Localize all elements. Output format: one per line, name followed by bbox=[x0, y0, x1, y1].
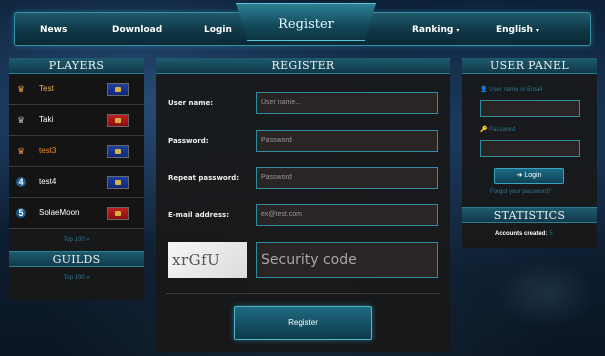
accounts-created-label: Accounts created: bbox=[495, 231, 548, 237]
password-row: Password: Password bbox=[156, 130, 450, 152]
username-row: User name: User name... bbox=[156, 92, 450, 114]
login-button-label: Login bbox=[524, 172, 542, 179]
player-name: Taki bbox=[39, 115, 54, 124]
username-email-input[interactable] bbox=[480, 100, 580, 117]
nav-news[interactable]: News bbox=[40, 25, 67, 35]
register-panel: REGISTER User name: User name... Passwor… bbox=[156, 58, 450, 352]
login-button[interactable]: ➜ Login bbox=[494, 168, 564, 184]
blue-flag-icon bbox=[107, 83, 129, 96]
bronze-crown-icon: ♛ bbox=[16, 146, 26, 156]
guilds-title: GUILDS bbox=[9, 251, 144, 267]
player-row[interactable]: 5 SolaeMoon bbox=[9, 198, 144, 229]
register-title: REGISTER bbox=[156, 58, 450, 74]
email-input[interactable]: ex@test.com bbox=[256, 204, 438, 226]
blue-flag-icon bbox=[107, 176, 129, 189]
password-input[interactable]: Password bbox=[256, 130, 438, 152]
accounts-created-stat: Accounts created: 5 bbox=[495, 231, 553, 237]
nav-language[interactable]: English ▾ bbox=[496, 25, 539, 35]
silver-crown-icon: ♛ bbox=[16, 115, 26, 125]
password-label: 🔑 Password bbox=[480, 126, 516, 133]
player-row[interactable]: 4 test4 bbox=[9, 167, 144, 198]
nav-register[interactable]: Register bbox=[236, 3, 376, 41]
players-panel: PLAYERS ♛ Test ♛ Taki ♛ test3 4 test4 5 … bbox=[9, 58, 144, 300]
nav-language-label: English bbox=[496, 25, 533, 35]
player-row[interactable]: ♛ Taki bbox=[9, 105, 144, 136]
player-name: test3 bbox=[39, 146, 57, 155]
security-code-input[interactable]: Security code bbox=[256, 242, 438, 278]
background-decoration bbox=[496, 258, 596, 328]
repeat-password-row: Repeat password: Password bbox=[156, 167, 450, 189]
nav-news-label: News bbox=[40, 25, 68, 35]
gold-crown-icon: ♛ bbox=[16, 84, 26, 94]
nav-ranking[interactable]: Ranking ▾ bbox=[412, 25, 459, 35]
nav-ranking-label: Ranking bbox=[412, 25, 454, 35]
players-top100-link[interactable]: Top 100 » bbox=[9, 229, 144, 251]
nav-download-label: Download bbox=[112, 25, 163, 35]
rank-number-badge: 4 bbox=[16, 177, 26, 187]
accounts-created-value: 5 bbox=[549, 231, 553, 237]
player-name: SolaeMoon bbox=[39, 208, 80, 217]
repeat-password-input[interactable]: Password bbox=[256, 167, 438, 189]
password-label: Password: bbox=[168, 137, 209, 145]
login-icon: ➜ bbox=[516, 172, 523, 179]
username-input[interactable]: User name... bbox=[256, 92, 438, 114]
key-icon: 🔑 bbox=[480, 127, 488, 133]
username-label: User name: bbox=[168, 99, 214, 107]
guilds-top100-link[interactable]: Top 100 » bbox=[9, 267, 144, 289]
player-row[interactable]: ♛ Test bbox=[9, 74, 144, 105]
repeat-password-label: Repeat password: bbox=[168, 174, 240, 182]
password-label-text: Password bbox=[489, 127, 516, 133]
user-icon: 👤 bbox=[480, 87, 488, 93]
player-row[interactable]: ♛ test3 bbox=[9, 136, 144, 167]
nav-login-label: Login bbox=[204, 25, 232, 35]
user-password-input[interactable] bbox=[480, 140, 580, 157]
nav-register-label: Register bbox=[278, 17, 334, 32]
forgot-password-link[interactable]: Forgot your password? bbox=[490, 189, 551, 195]
player-name: test4 bbox=[39, 177, 57, 186]
red-flag-icon bbox=[107, 114, 129, 127]
username-email-label-text: User name or Email bbox=[489, 87, 543, 93]
username-email-label: 👤 User name or Email bbox=[480, 86, 542, 93]
user-panel: USER PANEL 👤 User name or Email 🔑 Passwo… bbox=[462, 58, 597, 248]
players-title: PLAYERS bbox=[9, 58, 144, 74]
email-label: E-mail address: bbox=[168, 211, 230, 219]
blue-flag-icon bbox=[107, 145, 129, 158]
player-name: Test bbox=[39, 84, 54, 93]
nav-download[interactable]: Download bbox=[112, 25, 162, 35]
rank-number-badge: 5 bbox=[16, 208, 26, 218]
nav-login[interactable]: Login bbox=[204, 25, 232, 35]
email-row: E-mail address: ex@test.com bbox=[156, 204, 450, 226]
red-flag-icon bbox=[107, 207, 129, 220]
user-panel-title: USER PANEL bbox=[462, 58, 597, 74]
divider bbox=[166, 293, 440, 294]
register-button[interactable]: Register bbox=[234, 306, 372, 340]
statistics-title: STATISTICS bbox=[462, 207, 597, 223]
chevron-down-icon: ▾ bbox=[456, 27, 460, 34]
captcha-image: xrGfU bbox=[168, 242, 247, 278]
chevron-down-icon: ▾ bbox=[535, 27, 539, 34]
